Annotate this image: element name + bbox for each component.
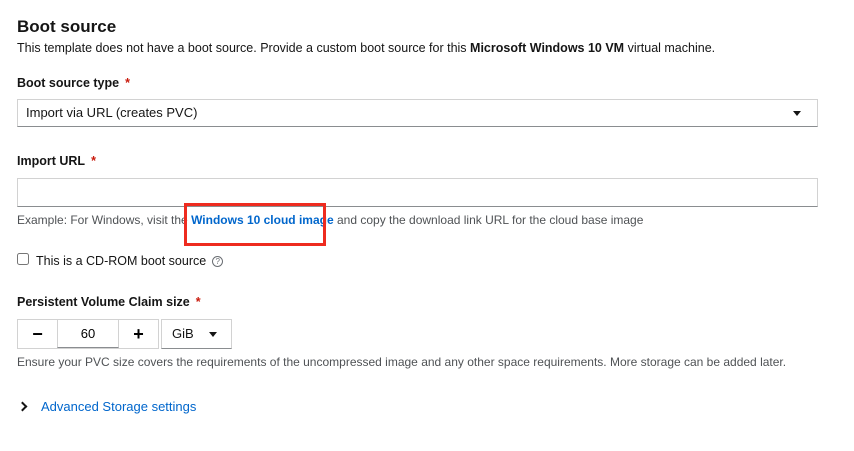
increment-button[interactable]: + bbox=[119, 320, 158, 348]
required-asterisk: * bbox=[91, 154, 96, 168]
pvc-size-input[interactable] bbox=[57, 320, 119, 348]
help-icon[interactable]: ? bbox=[212, 256, 224, 267]
decrement-button[interactable]: − bbox=[18, 320, 57, 348]
boot-source-type-label: Boot source type * bbox=[17, 75, 130, 91]
template-name: Microsoft Windows 10 VM bbox=[470, 41, 625, 55]
description-suffix: virtual machine. bbox=[624, 41, 716, 55]
pvc-size-helper: Ensure your PVC size covers the requirem… bbox=[17, 355, 787, 369]
import-url-input[interactable] bbox=[17, 178, 818, 207]
caret-down-icon bbox=[209, 332, 217, 337]
cdrom-label-text: This is a CD-ROM boot source bbox=[36, 254, 207, 268]
import-url-label-text: Import URL bbox=[17, 154, 86, 168]
import-url-helper-prefix: Example: For Windows, visit the bbox=[17, 213, 192, 227]
pvc-size-stepper: − + bbox=[17, 319, 159, 349]
import-url-helper-suffix: and copy the download link URL for the c… bbox=[333, 213, 644, 227]
boot-source-type-value: Import via URL (creates PVC) bbox=[26, 105, 198, 120]
caret-down-icon bbox=[793, 111, 801, 116]
boot-source-type-label-text: Boot source type bbox=[17, 76, 120, 90]
section-description: This template does not have a boot sourc… bbox=[17, 40, 715, 56]
section-title: Boot source bbox=[17, 17, 117, 36]
pvc-unit-select[interactable]: GiB bbox=[161, 319, 232, 349]
pvc-unit-value: GiB bbox=[172, 326, 194, 341]
required-asterisk: * bbox=[125, 76, 130, 90]
highlight-box bbox=[184, 203, 326, 246]
import-url-helper: Example: For Windows, visit the Windows … bbox=[17, 212, 643, 228]
cdrom-label: This is a CD-ROM boot source? bbox=[36, 254, 224, 268]
pvc-size-label-text: Persistent Volume Claim size bbox=[17, 295, 190, 309]
description-text: This template does not have a boot sourc… bbox=[17, 41, 471, 55]
required-asterisk: * bbox=[195, 295, 201, 309]
cdrom-checkbox[interactable] bbox=[17, 253, 29, 265]
pvc-size-label: Persistent Volume Claim size * bbox=[17, 294, 201, 310]
chevron-right-icon[interactable] bbox=[17, 401, 28, 412]
boot-source-type-select[interactable]: Import via URL (creates PVC) bbox=[17, 99, 818, 127]
import-url-label: Import URL * bbox=[17, 153, 96, 169]
advanced-storage-toggle[interactable]: Advanced Storage settings bbox=[41, 399, 196, 415]
